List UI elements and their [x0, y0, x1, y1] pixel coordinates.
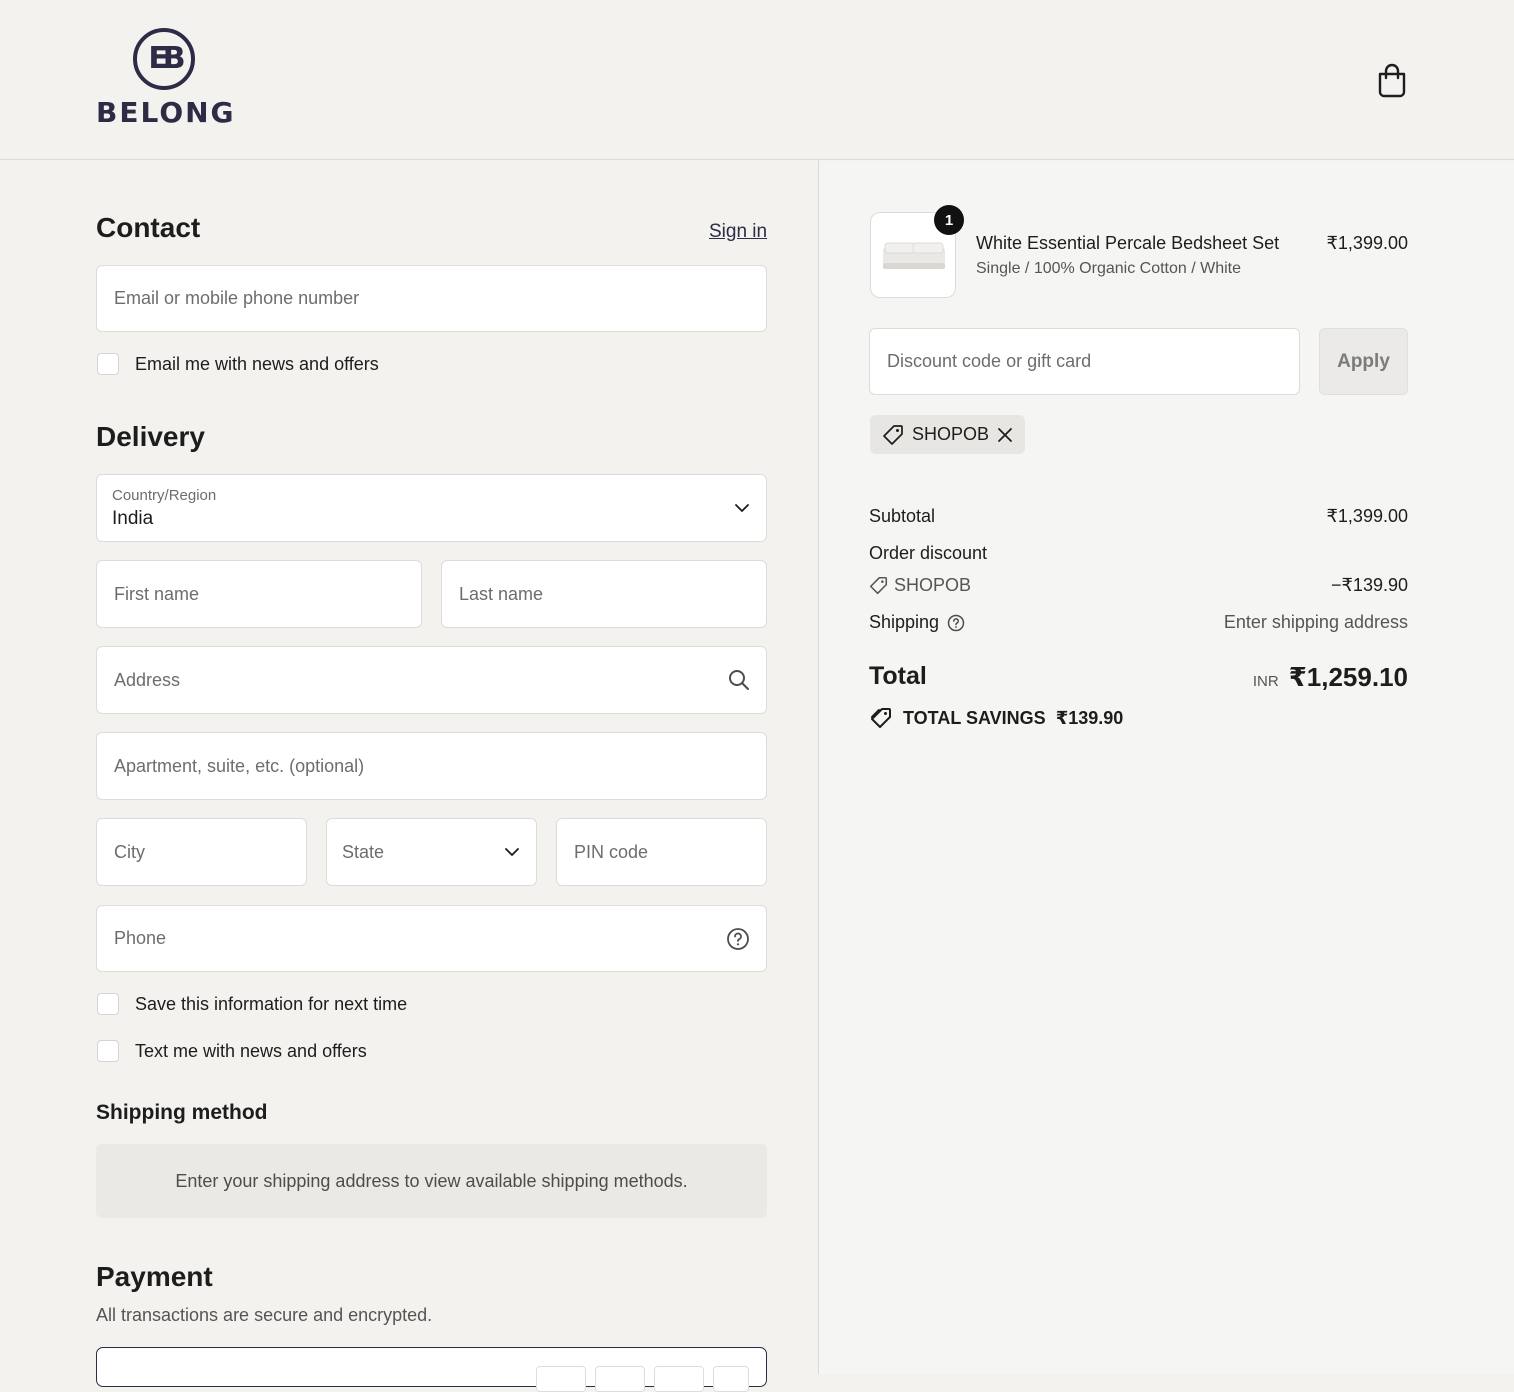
question-circle-icon[interactable]: [947, 614, 965, 632]
subtotal-label: Subtotal: [869, 506, 936, 526]
text-news-checkbox[interactable]: [97, 1040, 119, 1062]
save-info-row[interactable]: Save this information for next time: [97, 993, 407, 1015]
logo-text: BELONG: [96, 96, 236, 129]
discount-field[interactable]: [869, 328, 1300, 395]
card-logo: [713, 1366, 749, 1392]
question-circle-icon[interactable]: [726, 927, 750, 951]
shipping-method-notice: Enter your shipping address to view avai…: [96, 1144, 767, 1218]
payment-heading: Payment: [96, 1261, 213, 1292]
card-logo: [595, 1366, 645, 1392]
header: EB BELONG: [0, 0, 1514, 160]
discount-input[interactable]: [885, 350, 1284, 373]
email-news-checkbox[interactable]: [97, 353, 119, 375]
shipping-label: Shipping: [869, 612, 940, 632]
savings-label: TOTAL SAVINGS: [903, 707, 1046, 728]
pin-code-input[interactable]: [572, 840, 751, 864]
text-news-row[interactable]: Text me with news and offers: [97, 1040, 367, 1062]
total-savings: TOTAL SAVINGS ₹139.90: [869, 706, 1123, 730]
contact-heading: Contact: [96, 212, 201, 243]
shipping-value: Enter shipping address: [1223, 612, 1408, 632]
apply-button[interactable]: Apply: [1319, 328, 1408, 395]
phone-input[interactable]: [112, 927, 751, 950]
search-icon[interactable]: [728, 669, 750, 691]
save-info-checkbox[interactable]: [97, 993, 119, 1015]
state-label: State: [342, 841, 385, 862]
email-news-label: Email me with news and offers: [135, 353, 379, 374]
order-discount-label: Order discount: [869, 543, 988, 563]
first-name-field[interactable]: [96, 560, 422, 628]
brand-logo[interactable]: EB BELONG: [96, 28, 236, 129]
chevron-down-icon: [505, 848, 519, 856]
last-name-input[interactable]: [457, 582, 751, 606]
savings-value: ₹139.90: [1055, 707, 1124, 728]
apartment-field[interactable]: [96, 732, 767, 800]
save-info-label: Save this information for next time: [135, 993, 408, 1014]
product-title: White Essential Percale Bedsheet Set: [976, 233, 1280, 253]
country-label: Country/Region: [112, 487, 217, 504]
email-news-row[interactable]: Email me with news and offers: [97, 353, 379, 375]
product-variant: Single / 100% Organic Cotton / White: [976, 260, 1242, 277]
total-currency: INR: [1252, 673, 1279, 690]
applied-discount-chip: SHOPOB: [870, 415, 1026, 454]
city-field[interactable]: [96, 818, 307, 886]
email-input[interactable]: [112, 287, 751, 310]
tag-icon: [869, 576, 888, 595]
text-news-label: Text me with news and offers: [135, 1040, 367, 1061]
product-price: ₹1,399.00: [1326, 233, 1408, 253]
pin-code-field[interactable]: [556, 818, 767, 886]
shopping-bag-icon[interactable]: [1376, 62, 1408, 98]
phone-field[interactable]: [96, 905, 767, 972]
first-name-input[interactable]: [112, 582, 406, 606]
column-divider: [818, 160, 819, 1374]
card-logo: [536, 1366, 586, 1392]
card-logo: [654, 1366, 704, 1392]
discount-code-row: SHOPOB: [869, 575, 971, 596]
logo-mark: EB: [133, 28, 195, 90]
subtotal-value: ₹1,399.00: [1326, 506, 1408, 526]
city-input[interactable]: [112, 840, 291, 864]
close-icon[interactable]: [997, 427, 1013, 443]
last-name-field[interactable]: [441, 560, 767, 628]
discount-value: −₹139.90: [1330, 575, 1408, 595]
country-select[interactable]: Country/Region India: [96, 474, 767, 542]
state-select[interactable]: State: [326, 818, 537, 886]
total-label: Total: [869, 662, 927, 690]
tag-icon: [883, 424, 903, 445]
shipping-method-heading: Shipping method: [96, 1101, 268, 1124]
address-field[interactable]: [96, 646, 767, 714]
apartment-input[interactable]: [112, 754, 751, 778]
email-field[interactable]: [96, 265, 767, 332]
shipping-row: Shipping: [869, 612, 965, 633]
tag-icon: [871, 708, 891, 728]
sign-in-link[interactable]: Sign in: [709, 221, 767, 243]
total-amount: INR ₹1,259.10: [1253, 662, 1408, 693]
chevron-down-icon: [735, 504, 749, 512]
quantity-badge: 1: [934, 205, 964, 235]
total-value: ₹1,259.10: [1288, 662, 1408, 692]
payment-method-box[interactable]: [96, 1347, 767, 1392]
payment-subtitle: All transactions are secure and encrypte…: [96, 1305, 433, 1325]
address-input[interactable]: [112, 668, 751, 692]
delivery-heading: Delivery: [96, 421, 205, 452]
discount-code-label: SHOPOB: [894, 575, 972, 595]
shipping-method-message: Enter your shipping address to view avai…: [175, 1170, 688, 1191]
country-value: India: [112, 508, 154, 529]
applied-discount-code: SHOPOB: [912, 424, 990, 444]
